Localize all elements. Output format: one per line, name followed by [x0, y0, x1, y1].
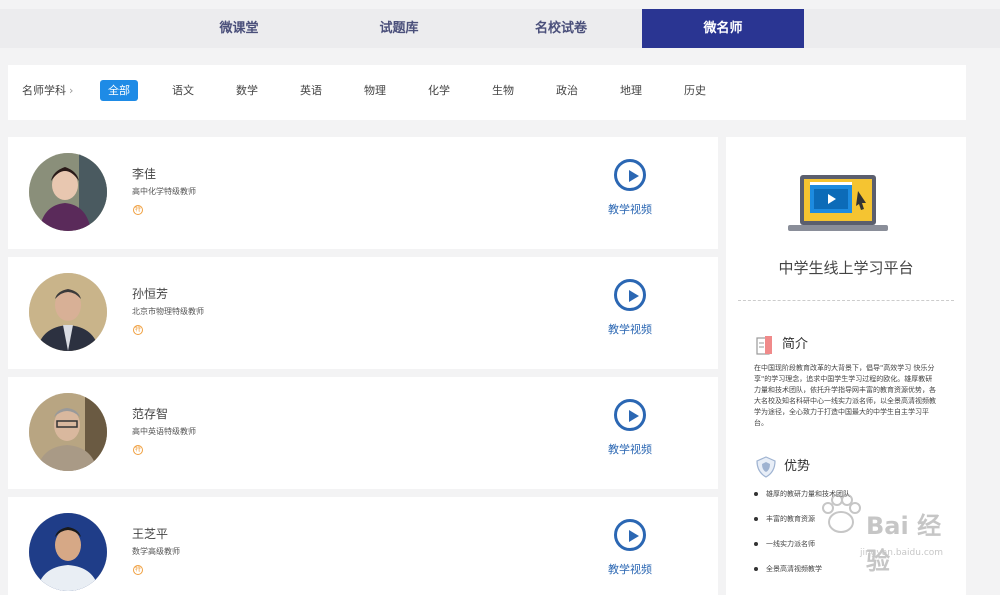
tab-question-bank[interactable]: 试题库: [318, 9, 480, 48]
subject-all[interactable]: 全部: [100, 80, 138, 101]
divider: [738, 300, 954, 301]
teacher-card: 王芝平 数学高级教师 特 教学视频: [8, 497, 718, 595]
teaching-video-label: 教学视频: [608, 443, 652, 456]
baidu-jingyan-watermark: Bai 经验 jingyan.baidu.com: [818, 488, 958, 578]
intro-heading: 简介: [756, 333, 808, 355]
teaching-video-button[interactable]: 教学视频: [606, 397, 654, 457]
subject-history[interactable]: 历史: [680, 80, 710, 101]
teaching-video-label: 教学视频: [608, 563, 652, 576]
tab-famous-teachers[interactable]: 微名师: [642, 9, 804, 48]
teacher-badge: 特: [133, 445, 143, 455]
teacher-avatar: [29, 513, 107, 591]
teacher-name: 孙恒芳: [132, 287, 169, 301]
intro-text: 在中国现阶段教育改革的大背景下，倡导"高效学习 快乐分享"的学习理念，追求中国学…: [754, 364, 936, 427]
watermark-url: jingyan.baidu.com: [860, 548, 944, 558]
chevron-right-icon: ›: [69, 84, 74, 97]
document-icon: [756, 335, 772, 355]
advantages-heading-label: 优势: [784, 459, 811, 474]
filter-title-label: 名师学科: [22, 84, 66, 97]
teaching-video-button[interactable]: 教学视频: [606, 277, 654, 337]
teacher-card: 范存智 高中英语特级教师 特 教学视频: [8, 377, 718, 489]
teacher-avatar: [29, 153, 107, 231]
teacher-title: 高中化学特级教师: [132, 187, 196, 196]
intro-heading-label: 简介: [782, 337, 809, 352]
subject-filter-bar: 名师学科 › 全部 语文 数学 英语 物理 化学 生物 政治 地理 历史: [8, 65, 966, 120]
subject-english[interactable]: 英语: [296, 80, 326, 101]
laptop-video-icon: [788, 175, 888, 231]
play-icon: [614, 519, 646, 551]
tab-school-papers[interactable]: 名校试卷: [480, 9, 642, 48]
play-icon: [614, 399, 646, 431]
teaching-video-button[interactable]: 教学视频: [606, 517, 654, 577]
subject-politics[interactable]: 政治: [552, 80, 582, 101]
filter-title: 名师学科 ›: [22, 65, 73, 117]
platform-title: 中学生线上学习平台: [778, 259, 914, 277]
teaching-video-button[interactable]: 教学视频: [606, 157, 654, 217]
watermark-text: Bai 经验: [866, 512, 942, 575]
paw-logo-icon: [822, 494, 861, 533]
teacher-badge: 特: [133, 565, 143, 575]
teacher-badge: 特: [133, 205, 143, 215]
teacher-title: 北京市物理特级教师: [132, 307, 204, 316]
subject-chemistry[interactable]: 化学: [424, 80, 454, 101]
subject-geography[interactable]: 地理: [616, 80, 646, 101]
teacher-card: 孙恒芳 北京市物理特级教师 特 教学视频: [8, 257, 718, 369]
teacher-name: 王芝平: [132, 527, 169, 541]
teacher-avatar: [29, 393, 107, 471]
teacher-name: 李佳: [132, 167, 157, 181]
teacher-badge: 特: [133, 325, 143, 335]
advantages-heading: 优势: [756, 455, 810, 478]
subject-physics[interactable]: 物理: [360, 80, 390, 101]
teacher-title: 高中英语特级教师: [132, 427, 196, 436]
teaching-video-label: 教学视频: [608, 203, 652, 216]
tab-weiketang[interactable]: 微课堂: [158, 9, 320, 48]
top-nav: 微课堂 试题库 名校试卷 微名师: [0, 9, 1000, 48]
teacher-title: 数学高级教师: [132, 547, 180, 556]
teacher-name: 范存智: [132, 407, 169, 421]
play-icon: [614, 279, 646, 311]
subject-chinese[interactable]: 语文: [168, 80, 198, 101]
shield-icon: [756, 455, 776, 478]
subject-math[interactable]: 数学: [232, 80, 262, 101]
play-icon: [614, 159, 646, 191]
teaching-video-label: 教学视频: [608, 323, 652, 336]
teacher-avatar: [29, 273, 107, 351]
subject-biology[interactable]: 生物: [488, 80, 518, 101]
teacher-card: 李佳 高中化学特级教师 特 教学视频: [8, 137, 718, 249]
